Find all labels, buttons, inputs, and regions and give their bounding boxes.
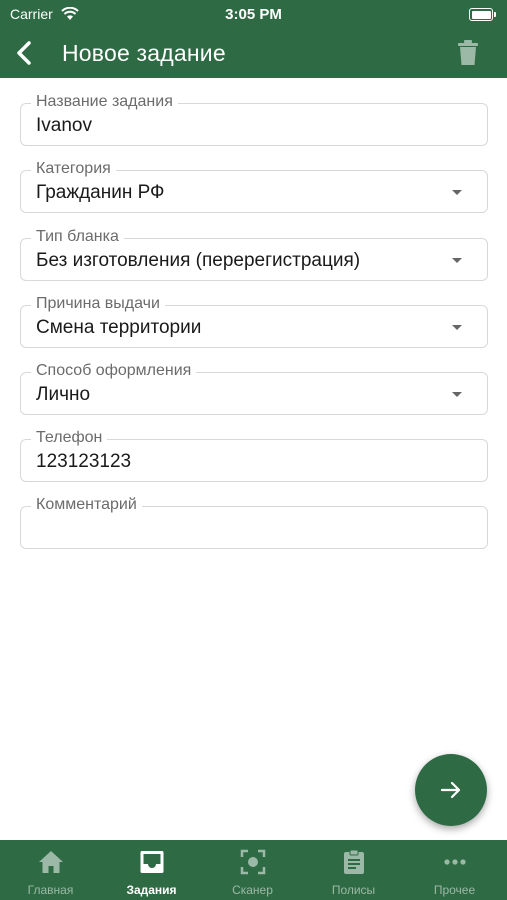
inbox-icon	[140, 851, 164, 873]
field-value[interactable]: 123123123	[36, 451, 131, 473]
next-button[interactable]	[415, 754, 487, 826]
battery-icon	[469, 8, 496, 21]
task-name-field[interactable]: Название задания Ivanov	[20, 92, 488, 146]
field-value[interactable]: Лично	[36, 384, 90, 406]
field-label: Причина выдачи	[31, 294, 165, 314]
phone-field[interactable]: Телефон 123123123	[20, 428, 488, 482]
field-label: Тип бланка	[31, 227, 124, 247]
tab-label: Задания	[126, 883, 177, 897]
field-value[interactable]: Смена территории	[36, 317, 201, 339]
tab-scanner[interactable]: Сканер	[202, 840, 303, 900]
trash-icon[interactable]	[457, 40, 479, 66]
field-value[interactable]: Без изготовления (перерегистрация)	[36, 250, 360, 272]
field-value[interactable]: Гражданин РФ	[36, 182, 165, 204]
field-label: Способ оформления	[31, 361, 197, 381]
field-value[interactable]: Ivanov	[36, 115, 92, 137]
back-arrow-icon[interactable]	[12, 39, 38, 67]
dropdown-caret-icon[interactable]	[452, 190, 462, 195]
tab-label: Главная	[27, 883, 74, 897]
app-bar: Новое задание	[0, 30, 507, 78]
field-label: Телефон	[31, 428, 108, 448]
dropdown-caret-icon[interactable]	[452, 392, 462, 397]
arrow-right-icon	[440, 781, 461, 799]
more-icon	[444, 859, 466, 865]
issue-reason-select[interactable]: Причина выдачи Смена территории	[20, 294, 488, 348]
category-select[interactable]: Категория Гражданин РФ	[20, 159, 488, 213]
form-type-select[interactable]: Тип бланка Без изготовления (перерегистр…	[20, 227, 488, 281]
tab-more[interactable]: Прочее	[404, 840, 505, 900]
field-label: Комментарий	[31, 495, 142, 515]
scanner-icon	[240, 849, 266, 875]
tab-policies[interactable]: Полисы	[303, 840, 404, 900]
field-label: Категория	[31, 159, 116, 179]
dropdown-caret-icon[interactable]	[452, 258, 462, 263]
registration-method-select[interactable]: Способ оформления Лично	[20, 361, 488, 415]
status-bar: Carrier 3:05 PM	[0, 0, 507, 30]
clock: 3:05 PM	[225, 6, 282, 23]
home-icon	[39, 851, 63, 873]
tab-label: Сканер	[232, 883, 273, 897]
page-title: Новое задание	[62, 40, 226, 66]
tab-home[interactable]: Главная	[0, 840, 101, 900]
tab-label: Полисы	[331, 883, 376, 897]
field-label: Название задания	[31, 92, 178, 112]
clipboard-icon	[344, 849, 364, 874]
tab-tasks[interactable]: Задания	[101, 840, 202, 900]
tab-label: Прочее	[433, 883, 476, 897]
bottom-tab-bar: Главная Задания Сканер Полисы Прочее	[0, 840, 507, 900]
dropdown-caret-icon[interactable]	[452, 325, 462, 330]
comment-field[interactable]: Комментарий	[20, 495, 488, 549]
